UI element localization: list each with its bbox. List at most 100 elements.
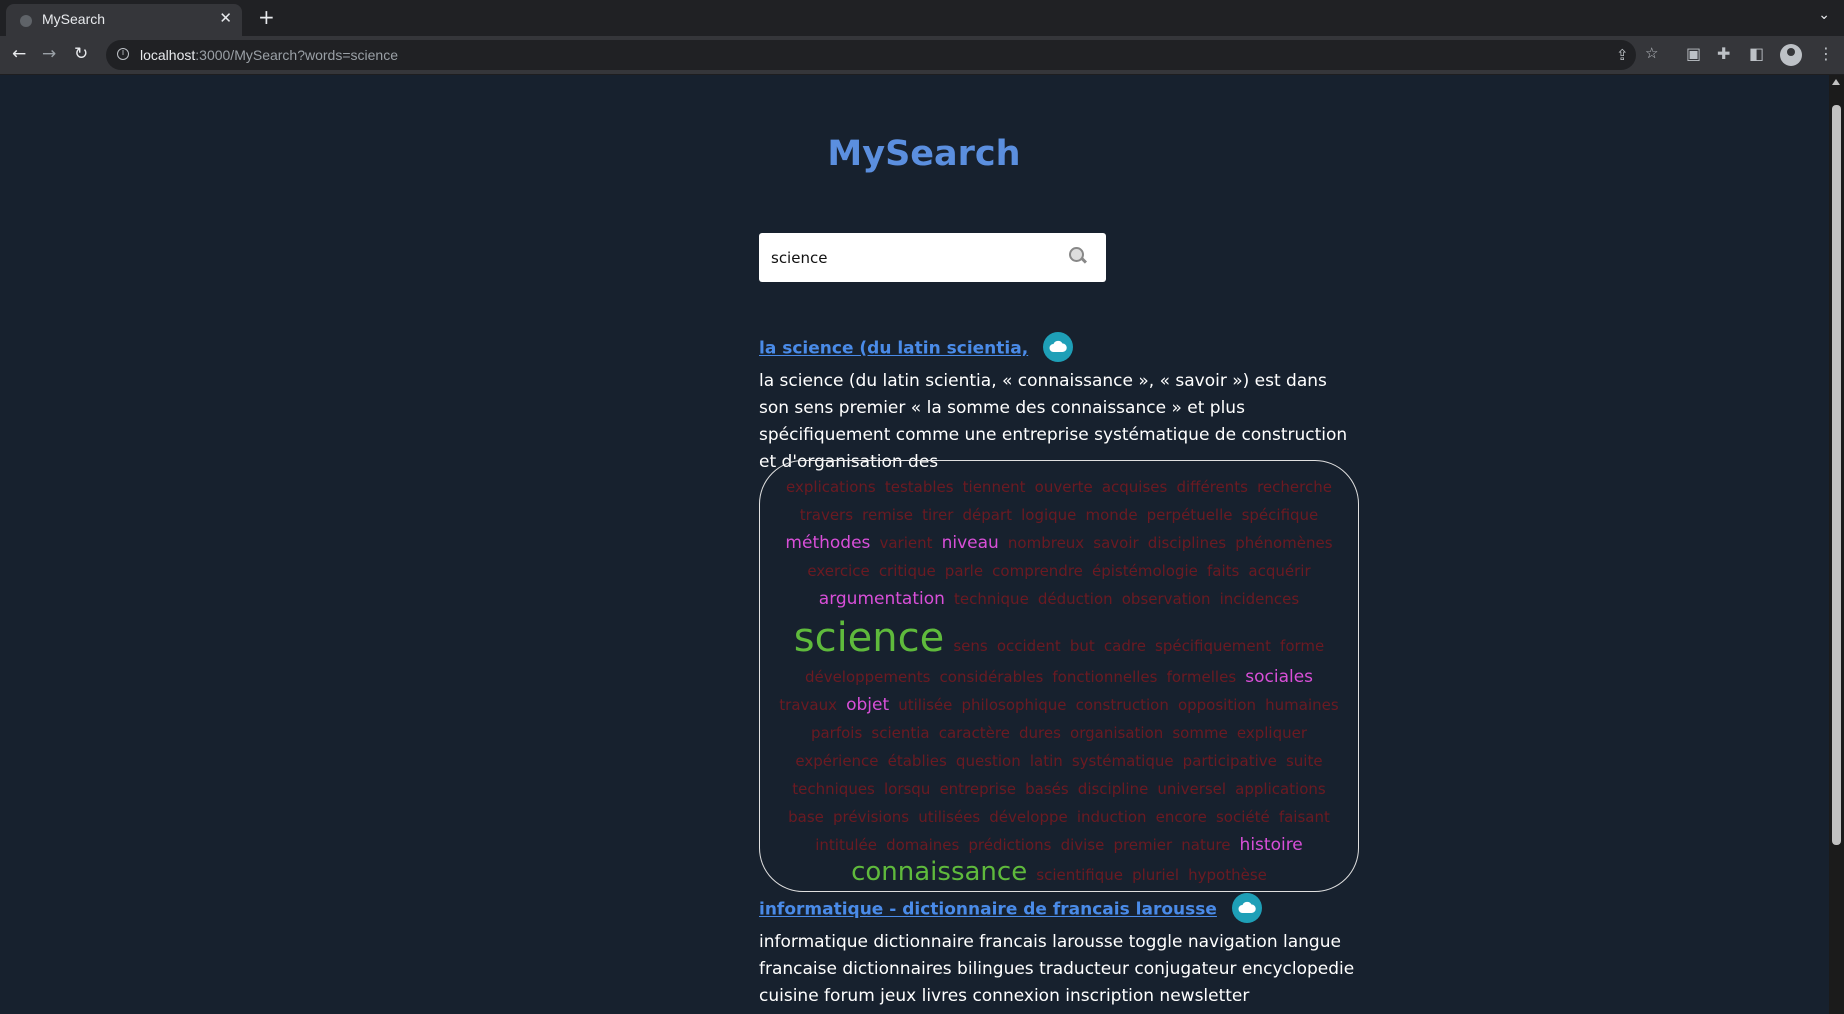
- wordcloud-word: faisant: [1278, 808, 1330, 826]
- wordcloud-word: philosophique: [961, 696, 1067, 714]
- wordcloud-word: opposition: [1177, 696, 1257, 714]
- page-scrollbar[interactable]: [1829, 75, 1844, 1014]
- chevron-down-icon[interactable]: ⌄: [1818, 7, 1830, 23]
- result-snippet: informatique dictionnaire francais larou…: [759, 932, 1355, 1006]
- wordcloud-word: acquises: [1101, 478, 1168, 496]
- wordcloud-word: méthodes: [785, 533, 871, 553]
- wordcloud-word: argumentation: [818, 589, 945, 609]
- share-icon[interactable]: ⇪: [1616, 46, 1629, 64]
- wordcloud-word: parfois: [810, 724, 863, 742]
- forward-arrow-icon[interactable]: →: [42, 44, 56, 64]
- side-panel-icon[interactable]: ◧: [1749, 44, 1764, 63]
- wordcloud-word: science: [793, 615, 945, 661]
- cloud-icon[interactable]: [1231, 893, 1262, 923]
- wordcloud-word: départ: [962, 506, 1013, 524]
- wordcloud-word: question: [955, 752, 1021, 770]
- wordcloud-word: somme: [1172, 724, 1228, 742]
- browser-toolbar: ← → ↻ i localhost:3000/MySearch?words=sc…: [0, 36, 1844, 75]
- wordcloud-word: construction: [1075, 696, 1169, 714]
- wordcloud-word: recherche: [1257, 478, 1332, 496]
- kebab-menu-icon[interactable]: ⋮: [1818, 44, 1834, 63]
- wordcloud-word: connaissance: [851, 857, 1028, 887]
- back-arrow-icon[interactable]: ←: [12, 44, 26, 64]
- wordcloud-word: monde: [1085, 506, 1138, 524]
- wordcloud-word: divise: [1060, 836, 1105, 854]
- wordcloud-word: latin: [1029, 752, 1063, 770]
- info-icon[interactable]: i: [117, 48, 129, 60]
- extensions-puzzle-icon[interactable]: ✚: [1717, 44, 1730, 63]
- wordcloud-word: participative: [1182, 752, 1277, 770]
- site-title: MySearch: [827, 134, 1021, 174]
- bookmark-star-icon[interactable]: ☆: [1645, 44, 1658, 62]
- wordcloud-word: observation: [1121, 590, 1211, 608]
- wordcloud-word: forme: [1280, 637, 1325, 655]
- result-title-link[interactable]: la science (du latin scientia,: [759, 339, 1028, 359]
- wordcloud-word: tiennent: [962, 478, 1026, 496]
- wordcloud-word: caractère: [938, 724, 1010, 742]
- wordcloud-word: organisation: [1070, 724, 1164, 742]
- reload-icon[interactable]: ↻: [74, 44, 88, 64]
- search-box[interactable]: [759, 233, 1106, 282]
- browser-tab[interactable]: MySearch ✕: [6, 4, 242, 36]
- wordcloud-word: encore: [1155, 808, 1207, 826]
- wordcloud-word: épistémologie: [1091, 562, 1198, 580]
- wordcloud-word: spécifique: [1241, 506, 1319, 524]
- search-input[interactable]: [769, 246, 1063, 270]
- result-title-link[interactable]: informatique - dictionnaire de francais …: [759, 900, 1217, 920]
- wordcloud-word: applications: [1235, 780, 1326, 798]
- wordcloud-word: critique: [878, 562, 936, 580]
- wordcloud-word: considérables: [939, 668, 1044, 686]
- wordcloud-word: formelles: [1166, 668, 1237, 686]
- wordcloud-word: tirer: [922, 506, 954, 524]
- wordcloud-word: varient: [879, 534, 933, 552]
- profile-avatar-icon[interactable]: [1780, 44, 1802, 66]
- search-result: informatique - dictionnaire de francais …: [759, 893, 1359, 1010]
- word-cloud: explications testables tiennent ouverte …: [759, 460, 1359, 892]
- wordcloud-word: phénomènes: [1235, 534, 1333, 552]
- wordcloud-word: exercice: [807, 562, 870, 580]
- wordcloud-word: ouverte: [1034, 478, 1093, 496]
- wordcloud-word: faits: [1206, 562, 1240, 580]
- wordcloud-word: techniques: [792, 780, 875, 798]
- search-icon[interactable]: [1069, 247, 1084, 262]
- wordcloud-word: humaines: [1265, 696, 1339, 714]
- wordcloud-word: différents: [1176, 478, 1248, 496]
- wordcloud-word: systématique: [1071, 752, 1174, 770]
- cast-icon[interactable]: ▣: [1686, 44, 1701, 63]
- wordcloud-word: domaines: [886, 836, 960, 854]
- url-text[interactable]: localhost:3000/MySearch?words=science: [140, 47, 398, 63]
- wordcloud-word: travaux: [779, 696, 837, 714]
- search-result: la science (du latin scientia, la scienc…: [759, 332, 1359, 476]
- new-tab-icon[interactable]: +: [258, 5, 275, 29]
- wordcloud-word: cadre: [1103, 637, 1146, 655]
- scrollbar-thumb[interactable]: [1832, 105, 1841, 845]
- wordcloud-word: spécifiquement: [1155, 637, 1271, 655]
- wordcloud-word: nombreux: [1007, 534, 1085, 552]
- wordcloud-word: universel: [1157, 780, 1227, 798]
- tab-title: MySearch: [42, 11, 106, 27]
- wordcloud-word: hypothèse: [1188, 866, 1267, 884]
- wordcloud-word: basés: [1025, 780, 1069, 798]
- wordcloud-word: expliquer: [1236, 724, 1308, 742]
- wordcloud-word: pluriel: [1132, 866, 1180, 884]
- wordcloud-word: disciplines: [1147, 534, 1227, 552]
- wordcloud-word: incidences: [1219, 590, 1300, 608]
- wordcloud-word: induction: [1076, 808, 1147, 826]
- wordcloud-word: nature: [1181, 836, 1231, 854]
- wordcloud-word: expérience: [795, 752, 879, 770]
- wordcloud-word: utilisée: [898, 696, 953, 714]
- wordcloud-word: parle: [944, 562, 984, 580]
- wordcloud-word: explications: [786, 478, 876, 496]
- wordcloud-word: testables: [884, 478, 954, 496]
- wordcloud-word: dures: [1019, 724, 1061, 742]
- wordcloud-word: niveau: [941, 533, 999, 553]
- wordcloud-word: perpétuelle: [1146, 506, 1233, 524]
- scroll-up-arrow-icon[interactable]: [1832, 79, 1840, 85]
- cloud-icon[interactable]: [1043, 332, 1074, 362]
- wordcloud-word: établies: [887, 752, 947, 770]
- wordcloud-word: fonctionnelles: [1052, 668, 1158, 686]
- address-bar[interactable]: i localhost:3000/MySearch?words=science …: [106, 40, 1636, 70]
- close-tab-icon[interactable]: ✕: [219, 9, 232, 27]
- wordcloud-word: scientifique: [1036, 866, 1124, 884]
- wordcloud-word: objet: [846, 695, 890, 715]
